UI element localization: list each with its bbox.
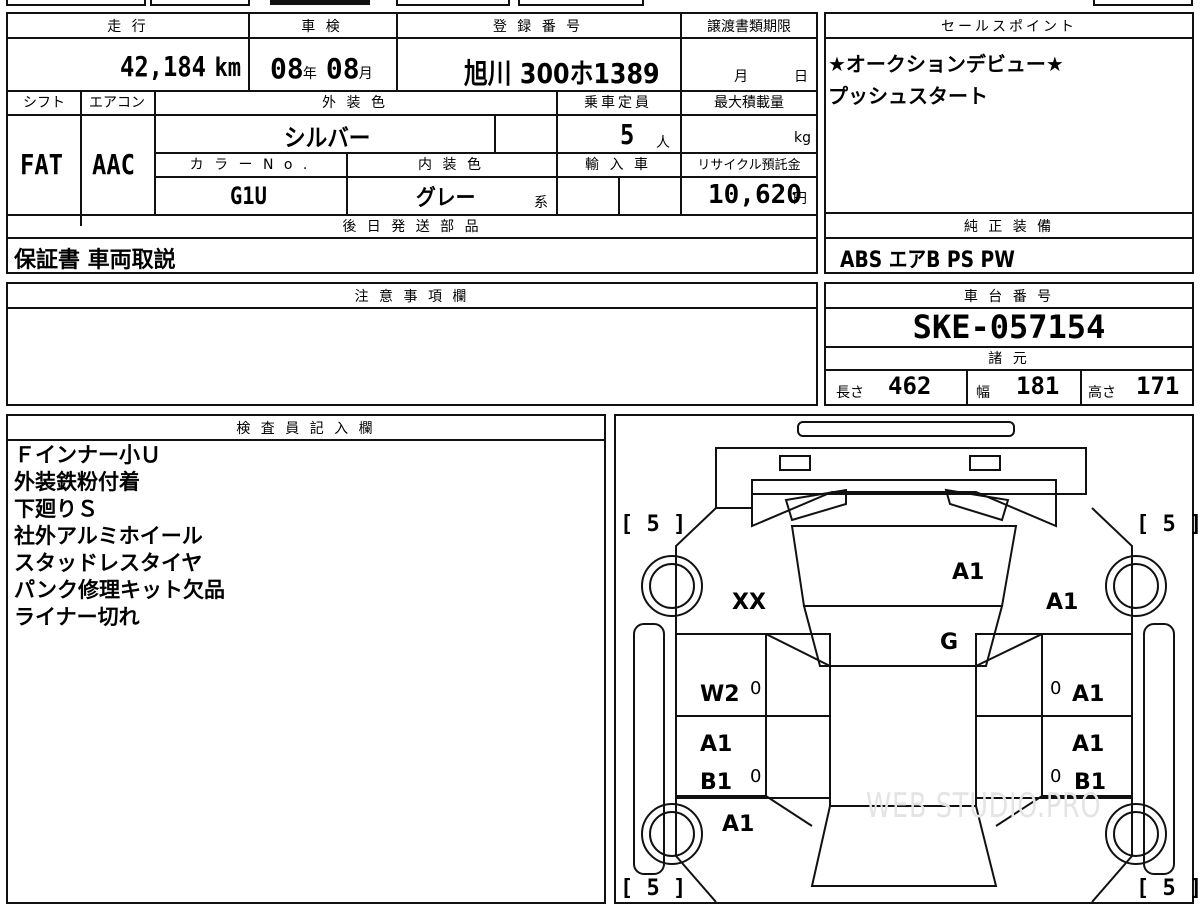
transfer-day-unit: 日 — [794, 69, 808, 85]
equipment-label: 純 正 装 備 — [963, 219, 1055, 235]
import-label: 輸 入 車 — [585, 157, 651, 173]
length-label: 長さ — [836, 385, 864, 401]
recycle-value: 10,620 円 — [708, 180, 808, 210]
inspector-line: 社外アルミホイール — [14, 524, 203, 548]
capacity-label: 乗車定員 — [584, 95, 652, 111]
zero-rear-right: 0 — [1050, 766, 1062, 787]
spec-label: 諸 元 — [988, 351, 1030, 367]
color-no-label: カ ラ ー N o . — [189, 157, 311, 173]
equipment-value: ABS エアB PS PW — [840, 248, 1015, 273]
width-label: 幅 — [976, 385, 990, 401]
mark-windshield: G — [940, 630, 959, 655]
inspector-line: ライナー切れ — [14, 605, 140, 629]
chassis-value: SKE-057154 — [912, 308, 1106, 346]
tire-tread-rear-left: [ 5 ] — [620, 876, 687, 901]
mark-front-right: A1 — [1046, 590, 1079, 615]
maxload-unit: kg — [794, 130, 811, 146]
vehicle-info-block: 走 行 車 検 登 録 番 号 譲渡書類期限 42,184 km 08 年 08 … — [6, 12, 818, 274]
damage-diagram: [ 5 ] [ 5 ] [ 5 ] [ 5 ] A1 XX A1 G W2 0 … — [614, 414, 1200, 904]
exterior-value: シルバー — [284, 124, 371, 152]
zero-front-left: 0 — [750, 678, 762, 699]
interior-value: グレー — [416, 186, 476, 211]
registration-value: 旭川 300ホ1389 — [464, 57, 660, 90]
mark-door-rear-left-bottom: B1 — [700, 770, 733, 795]
mark-hood: A1 — [952, 560, 985, 585]
notes-block: 注 意 事 項 欄 — [6, 282, 818, 406]
transfer-month-unit: 月 — [734, 69, 748, 85]
aircon-label: エアコン — [89, 95, 145, 111]
mileage-value: 42,184 km — [120, 50, 242, 83]
color-no-value: G1U — [230, 182, 267, 210]
sales-point-label: セールスポイント — [941, 19, 1077, 35]
interior-label: 内 装 色 — [418, 157, 484, 173]
mark-door-front-left: W2 — [700, 682, 740, 707]
later-parts-value: 保証書 車両取説 — [14, 248, 176, 273]
recycle-label: リサイクル預託金 — [697, 158, 801, 173]
inspection-value: 08 年 08 月 — [270, 52, 373, 85]
length-value: 462 — [888, 372, 932, 400]
car-outline — [633, 421, 1175, 902]
shift-value: FAT — [20, 148, 63, 181]
inspector-line: 外装鉄粉付着 — [14, 470, 140, 494]
zero-front-right: 0 — [1050, 678, 1062, 699]
mark-door-front-right: A1 — [1072, 682, 1105, 707]
mark-door-rear-left-top: A1 — [700, 732, 733, 757]
inspector-block: 検 査 員 記 入 欄 Ｆインナー小Ｕ 外装鉄粉付着 下廻りＳ 社外アルミホイー… — [6, 414, 606, 904]
inspector-line: Ｆインナー小Ｕ — [14, 443, 161, 467]
registration-label: 登 録 番 号 — [492, 19, 584, 35]
aircon-value: AAC — [92, 148, 135, 181]
tire-tread-front-right: [ 5 ] — [1136, 512, 1200, 537]
notes-label: 注 意 事 項 欄 — [354, 289, 470, 305]
inspector-notes: Ｆインナー小Ｕ 外装鉄粉付着 下廻りＳ 社外アルミホイール スタッドレスタイヤ … — [14, 442, 225, 631]
capacity-value: 5 — [620, 118, 635, 151]
inspector-line: 下廻りＳ — [14, 497, 98, 521]
capacity-unit: 人 — [656, 135, 670, 151]
equipment-block: 純 正 装 備 ABS エアB PS PW — [824, 212, 1194, 274]
height-label: 高さ — [1088, 385, 1116, 401]
transfer-label: 譲渡書類期限 — [707, 19, 791, 35]
mileage-label: 走 行 — [107, 19, 149, 35]
sales-point-block: セールスポイント ★オークションデビュー★ プッシュスタート — [824, 12, 1194, 214]
watermark: WEB STUDIO.PRO — [866, 786, 1102, 826]
sales-line-1: ★オークションデビュー★ — [828, 52, 1064, 76]
maxload-label: 最大積載量 — [714, 95, 784, 111]
tire-tread-rear-right: [ 5 ] — [1136, 876, 1200, 901]
inspector-line: パンク修理キット欠品 — [14, 578, 226, 602]
inspector-line: スタッドレスタイヤ — [14, 551, 203, 575]
interior-unit: 系 — [534, 195, 548, 211]
top-strip — [0, 0, 1200, 6]
chassis-block: 車 台 番 号 SKE-057154 諸 元 長さ 462 幅 181 高さ 1… — [824, 282, 1194, 406]
width-value: 181 — [1016, 372, 1060, 400]
mark-front-left: XX — [732, 590, 766, 615]
zero-rear-left: 0 — [750, 766, 762, 787]
height-value: 171 — [1136, 372, 1180, 400]
later-parts-label: 後 日 発 送 部 品 — [342, 219, 482, 235]
tire-tread-front-left: [ 5 ] — [620, 512, 687, 537]
chassis-label: 車 台 番 号 — [963, 289, 1055, 305]
sales-line-2: プッシュスタート — [828, 84, 988, 108]
mark-rear-left: A1 — [722, 812, 755, 837]
inspection-label: 車 検 — [301, 19, 343, 35]
inspector-label: 検 査 員 記 入 欄 — [236, 421, 376, 437]
mark-door-rear-right-top: A1 — [1072, 732, 1105, 757]
exterior-label: 外 装 色 — [322, 95, 388, 111]
shift-label: シフト — [23, 95, 65, 111]
